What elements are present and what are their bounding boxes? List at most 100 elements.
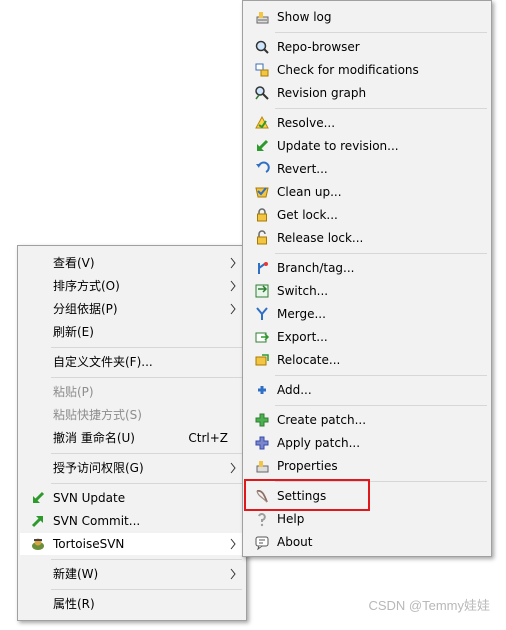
menu-separator: [275, 375, 487, 376]
chevron-right-icon: [230, 303, 236, 315]
menu-item-label: Create patch...: [277, 413, 367, 427]
menu-item-apply-patch[interactable]: Apply patch...: [245, 432, 489, 454]
menu-item-tortoisesvn[interactable]: TortoiseSVN: [20, 533, 244, 555]
shell-context-menu: 查看(V) 排序方式(O) 分组依据(P) 刷新(E) 自定义文件夹(F)...…: [17, 245, 247, 621]
menu-item-group[interactable]: 分组依据(P): [20, 298, 244, 320]
menu-item-properties[interactable]: 属性(R): [20, 593, 244, 615]
branch-icon: [258, 262, 268, 274]
menu-item-add[interactable]: Add...: [245, 379, 489, 401]
menu-item-label: Repo-browser: [277, 40, 360, 54]
relocate-icon: [255, 354, 269, 366]
menu-item-label: 自定义文件夹(F)...: [53, 355, 153, 369]
chevron-right-icon: [230, 462, 236, 474]
menu-item-branch-tag[interactable]: Branch/tag...: [245, 257, 489, 279]
merge-icon: [256, 307, 268, 320]
check-modifications-icon: [255, 63, 269, 77]
menu-item-label: Help: [277, 512, 305, 526]
menu-item-switch[interactable]: Switch...: [245, 280, 489, 302]
menu-item-label: 撤消 重命名(U): [53, 431, 135, 445]
log-icon: [256, 12, 269, 24]
menu-item-clean-up[interactable]: Clean up...: [245, 181, 489, 203]
menu-item-label: Merge...: [277, 307, 326, 321]
menu-item-label: 排序方式(O): [53, 279, 120, 293]
unlock-icon: [257, 230, 267, 245]
menu-item-label: 授予访问权限(G): [53, 461, 144, 475]
menu-item-update-to-revision[interactable]: Update to revision...: [245, 135, 489, 157]
menu-item-new[interactable]: 新建(W): [20, 563, 244, 585]
help-icon: [258, 513, 266, 527]
menu-item-label: Revert...: [277, 162, 328, 176]
menu-item-relocate[interactable]: Relocate...: [245, 349, 489, 371]
menu-separator: [275, 108, 487, 109]
menu-separator: [275, 405, 487, 406]
menu-separator: [51, 377, 242, 378]
menu-item-customize-folder[interactable]: 自定义文件夹(F)...: [20, 351, 244, 373]
chevron-right-icon: [230, 538, 236, 550]
menu-separator: [51, 483, 242, 484]
menu-item-label: Release lock...: [277, 231, 364, 245]
cleanup-icon: [255, 187, 269, 198]
revision-graph-icon: [255, 86, 269, 100]
menu-item-revision-graph[interactable]: Revision graph: [245, 82, 489, 104]
menu-item-label: 刷新(E): [53, 325, 94, 339]
menu-item-create-patch[interactable]: Create patch...: [245, 409, 489, 431]
menu-item-svn-update[interactable]: SVN Update: [20, 487, 244, 509]
menu-item-label: SVN Commit...: [53, 514, 141, 528]
menu-item-label: Clean up...: [277, 185, 342, 199]
menu-item-resolve[interactable]: Resolve...: [245, 112, 489, 134]
resolve-icon: [255, 115, 269, 129]
menu-item-svn-commit[interactable]: SVN Commit...: [20, 510, 244, 532]
menu-item-label: TortoiseSVN: [53, 537, 125, 551]
menu-item-help[interactable]: Help: [245, 508, 489, 530]
menu-item-export[interactable]: Export...: [245, 326, 489, 348]
tortoisesvn-icon: [32, 538, 44, 550]
chevron-right-icon: [230, 280, 236, 292]
svn-update-icon: [33, 491, 45, 503]
menu-item-release-lock[interactable]: Release lock...: [245, 227, 489, 249]
menu-item-label: About: [277, 535, 313, 549]
menu-separator: [275, 32, 487, 33]
revert-icon: [256, 161, 270, 173]
menu-item-label: 查看(V): [53, 256, 95, 270]
menu-item-refresh[interactable]: 刷新(E): [20, 321, 244, 343]
lock-icon: [257, 208, 267, 222]
menu-item-paste: 粘贴(P): [20, 381, 244, 403]
menu-item-revert[interactable]: Revert...: [245, 158, 489, 180]
menu-item-check-modifications[interactable]: Check for modifications: [245, 59, 489, 81]
menu-item-grant-access[interactable]: 授予访问权限(G): [20, 457, 244, 479]
menu-item-sort[interactable]: 排序方式(O): [20, 275, 244, 297]
menu-item-view[interactable]: 查看(V): [20, 252, 244, 274]
menu-item-show-log[interactable]: Show log: [245, 6, 489, 28]
menu-item-label: 属性(R): [53, 597, 95, 611]
menu-item-merge[interactable]: Merge...: [245, 303, 489, 325]
properties-icon: [256, 461, 269, 473]
menu-separator: [51, 559, 242, 560]
menu-item-label: 粘贴(P): [53, 385, 94, 399]
chevron-right-icon: [230, 568, 236, 580]
menu-item-properties[interactable]: Properties: [245, 455, 489, 477]
menu-item-label: Branch/tag...: [277, 261, 355, 275]
menu-item-label: 新建(W): [53, 567, 99, 581]
menu-item-undo-rename[interactable]: 撤消 重命名(U) Ctrl+Z: [20, 427, 244, 449]
menu-item-label: Add...: [277, 383, 312, 397]
svn-commit-icon: [31, 516, 43, 528]
menu-item-paste-shortcut: 粘贴快捷方式(S): [20, 404, 244, 426]
settings-highlight-box: [244, 479, 370, 511]
menu-separator: [51, 589, 242, 590]
menu-item-label: Update to revision...: [277, 139, 399, 153]
menu-separator: [51, 453, 242, 454]
menu-item-label: Relocate...: [277, 353, 341, 367]
menu-item-label: SVN Update: [53, 491, 126, 505]
menu-item-repo-browser[interactable]: Repo-browser: [245, 36, 489, 58]
shortcut-text: Ctrl+Z: [188, 431, 228, 445]
menu-item-get-lock[interactable]: Get lock...: [245, 204, 489, 226]
menu-item-label: Resolve...: [277, 116, 336, 130]
menu-separator: [51, 347, 242, 348]
menu-item-label: Properties: [277, 459, 338, 473]
create-patch-icon: [255, 413, 269, 427]
menu-item-about[interactable]: About: [245, 531, 489, 553]
menu-item-label: Switch...: [277, 284, 329, 298]
update-revision-icon: [257, 139, 269, 151]
menu-item-label: Get lock...: [277, 208, 338, 222]
about-icon: [255, 536, 269, 550]
